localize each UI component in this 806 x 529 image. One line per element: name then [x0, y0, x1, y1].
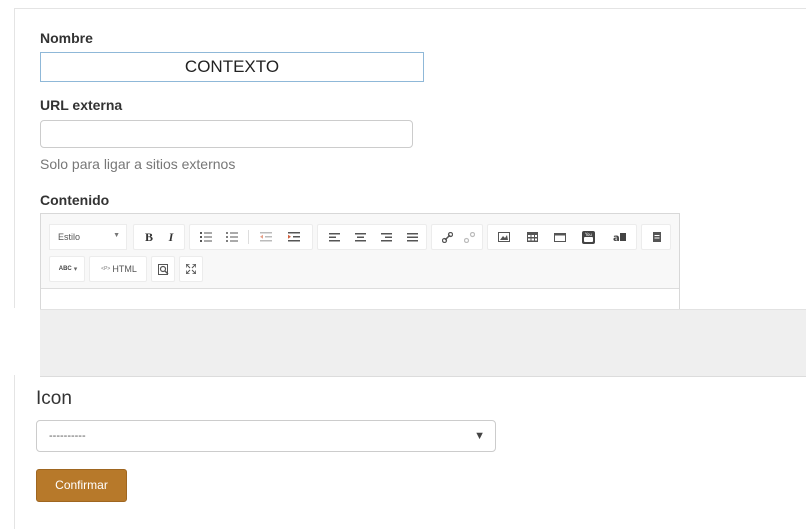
iframe-icon: [554, 232, 566, 242]
style-combo[interactable]: Estilo ▼: [49, 224, 127, 250]
url-help-text: Solo para ligar a sitios externos: [40, 156, 236, 172]
toolbar-group-media: You a: [487, 224, 637, 250]
svg-text:You: You: [584, 232, 592, 237]
align-left-button[interactable]: [322, 225, 346, 249]
style-combo-label: Estilo: [58, 232, 81, 242]
card-border-top: [14, 8, 806, 9]
chevron-down-icon: ▼: [113, 232, 120, 239]
outdent-icon: [260, 232, 272, 242]
editor-overlay-band: [40, 309, 806, 377]
image-icon: [498, 232, 510, 242]
content-label: Contenido: [40, 192, 110, 208]
numbered-list-button[interactable]: [194, 225, 218, 249]
justify-icon: [406, 232, 418, 241]
image-button[interactable]: [492, 225, 516, 249]
spellcheck-button[interactable]: ABC ▾: [52, 257, 84, 281]
document-icon: [653, 232, 661, 242]
icon-select-value: ----------: [49, 430, 86, 442]
outdent-button[interactable]: [254, 225, 278, 249]
indent-icon: [288, 232, 300, 242]
numbered-list-icon: [200, 232, 212, 242]
spellcheck-icon: ABC: [58, 266, 72, 272]
preview-button[interactable]: [152, 257, 174, 281]
toolbar-group-preview: [151, 256, 175, 282]
card-border-left-lower: [14, 375, 15, 529]
align-center-icon: [354, 232, 366, 241]
icon-label: Icon: [36, 388, 72, 409]
toolbar-group-links: [431, 224, 483, 250]
align-left-icon: [328, 232, 340, 241]
source-doc-button[interactable]: [645, 225, 669, 249]
confirm-button[interactable]: Confirmar: [36, 469, 127, 502]
indent-button[interactable]: [282, 225, 306, 249]
youtube-icon: You: [581, 230, 595, 244]
unlink-button[interactable]: [458, 225, 480, 249]
italic-button[interactable]: I: [160, 225, 182, 249]
link-icon: [441, 231, 453, 243]
bold-button[interactable]: B: [138, 225, 160, 249]
toolbar-group-html: <P> HTML: [89, 256, 147, 282]
unlink-icon: [463, 231, 475, 243]
align-right-icon: [380, 232, 392, 241]
preview-icon: [157, 263, 168, 275]
special-char-icon: a: [613, 233, 626, 243]
toolbar-group-doc: [641, 224, 671, 250]
maximize-icon: [186, 264, 196, 274]
chevron-down-icon: ▼: [474, 430, 485, 442]
html-label: HTML: [112, 264, 137, 274]
special-char-button[interactable]: a: [608, 225, 632, 249]
align-center-button[interactable]: [348, 225, 372, 249]
svg-text:a: a: [613, 233, 620, 243]
maximize-button[interactable]: [180, 257, 202, 281]
bulleted-list-button[interactable]: [220, 225, 244, 249]
toolbar-group-maximize: [179, 256, 203, 282]
icon-select[interactable]: ---------- ▼: [36, 420, 496, 452]
table-icon: [526, 232, 538, 242]
bulleted-list-icon: [226, 232, 238, 242]
chevron-down-icon: ▾: [73, 266, 78, 273]
justify-button[interactable]: [400, 225, 424, 249]
iframe-button[interactable]: [548, 225, 572, 249]
toolbar-group-spell: ABC ▾: [49, 256, 85, 282]
name-label: Nombre: [40, 30, 93, 46]
toolbar-group-lists: [189, 224, 313, 250]
url-label: URL externa: [40, 97, 123, 113]
code-icon: <P>: [101, 266, 111, 272]
name-input[interactable]: CONTEXTO: [40, 52, 424, 82]
link-button[interactable]: [436, 225, 458, 249]
align-right-button[interactable]: [374, 225, 398, 249]
editor-toolbar: Estilo ▼ B I You a ABC ▾ <P> HTML: [41, 214, 679, 289]
card-border-left: [14, 8, 15, 308]
rich-text-editor[interactable]: Estilo ▼ B I You a ABC ▾ <P> HTML: [40, 213, 680, 309]
url-input[interactable]: [40, 120, 413, 148]
toolbar-group-align: [317, 224, 427, 250]
youtube-button[interactable]: You: [576, 225, 600, 249]
table-button[interactable]: [520, 225, 544, 249]
toolbar-group-basic: B I: [133, 224, 185, 250]
html-source-button[interactable]: <P> HTML: [92, 257, 146, 281]
